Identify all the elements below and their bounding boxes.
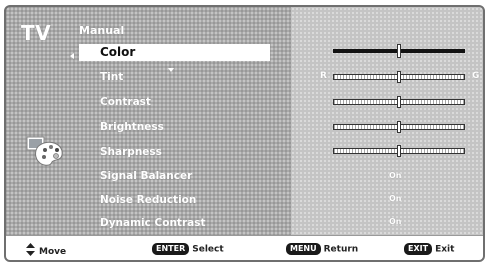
footer-exit: EXIT Exit xyxy=(404,243,454,256)
menu-item-sharpness[interactable]: Sharpness xyxy=(100,144,270,161)
footer-move: Move xyxy=(26,243,66,260)
dynamic-contrast-value[interactable]: On xyxy=(389,217,402,226)
return-label: Return xyxy=(323,244,359,255)
menu-item-color[interactable]: Color xyxy=(79,44,270,61)
move-label: Move xyxy=(39,247,67,257)
menu-key: MENU xyxy=(286,243,321,255)
tint-green-label: G xyxy=(472,71,480,81)
footer-return: MENU Return xyxy=(286,243,358,256)
menu-item-dynamic-contrast[interactable]: Dynamic Contrast xyxy=(100,215,270,232)
tint-red-label: R xyxy=(320,71,327,81)
menu-item-tint[interactable]: Tint xyxy=(100,69,270,86)
contrast-slider-thumb[interactable] xyxy=(397,96,401,108)
enter-key: ENTER xyxy=(152,243,190,255)
color-slider[interactable] xyxy=(333,44,465,58)
tv-osd-screen: TV Manual Color Tint Contrast Brightness… xyxy=(4,5,485,262)
sharpness-slider[interactable] xyxy=(333,145,465,157)
picture-settings-icon xyxy=(26,135,66,173)
exit-key: EXIT xyxy=(404,243,433,255)
menu-item-contrast[interactable]: Contrast xyxy=(100,94,270,111)
exit-label: Exit xyxy=(435,244,455,255)
value-panel xyxy=(291,7,483,235)
footer-select: ENTER Select xyxy=(152,243,224,256)
left-arrow-icon xyxy=(70,53,74,59)
footer-help-bar: Move ENTER Select MENU Return EXIT Exit xyxy=(6,235,483,260)
sharpness-slider-thumb[interactable] xyxy=(397,145,401,157)
tint-slider-thumb[interactable] xyxy=(397,71,401,83)
brightness-slider[interactable] xyxy=(333,121,465,133)
menu-item-brightness[interactable]: Brightness xyxy=(100,119,270,136)
contrast-slider[interactable] xyxy=(333,96,465,108)
noise-reduction-value[interactable]: On xyxy=(389,194,402,203)
menu-item-noise-reduction[interactable]: Noise Reduction xyxy=(100,192,270,209)
color-slider-thumb[interactable] xyxy=(397,44,401,58)
menu-item-signal-balancer[interactable]: Signal Balancer xyxy=(100,168,270,185)
updown-arrows-icon xyxy=(26,243,35,260)
signal-balancer-value[interactable]: On xyxy=(389,171,402,180)
tint-slider[interactable] xyxy=(333,71,465,83)
tv-source-label: TV xyxy=(21,21,52,45)
brightness-slider-thumb[interactable] xyxy=(397,121,401,133)
select-label: Select xyxy=(192,244,224,255)
menu-title: Manual xyxy=(79,24,125,37)
